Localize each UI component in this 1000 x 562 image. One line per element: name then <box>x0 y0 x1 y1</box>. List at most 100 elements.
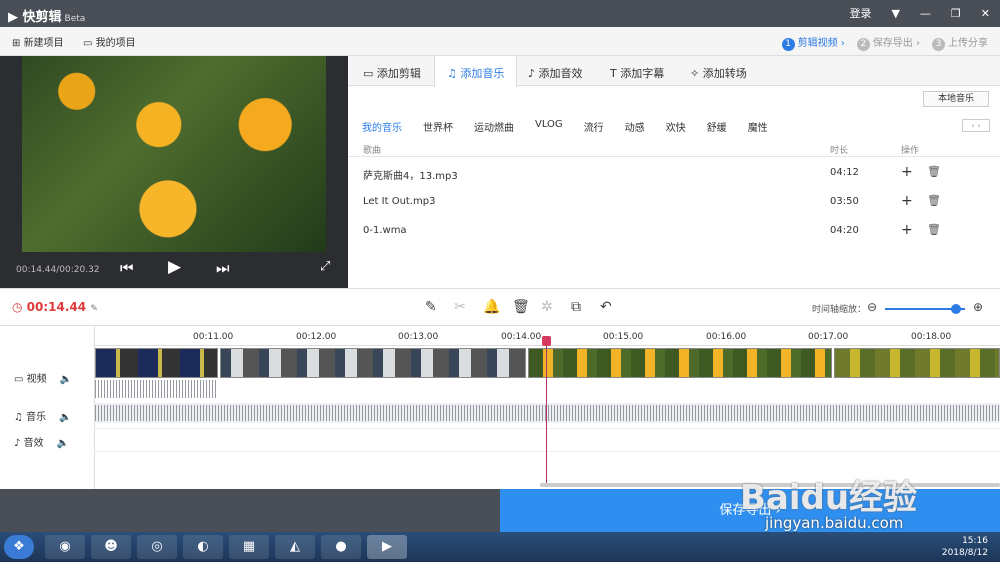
zoom-in-icon[interactable]: ⊕ <box>973 300 983 314</box>
video-preview: 00:14.44/00:20.32 ⏮ ▶ ⏭ ⤢ <box>0 56 348 288</box>
tab-label: 添加音乐 <box>460 67 505 80</box>
music-duration: 04:12 <box>830 167 859 178</box>
local-music-button[interactable]: 本地音乐 <box>923 91 989 107</box>
category-item[interactable]: 我的音乐 <box>362 119 402 134</box>
baidu-watermark-logo: Baidu经验 <box>740 478 918 518</box>
video-clip[interactable] <box>220 348 526 378</box>
category-item[interactable]: 魔性 <box>748 119 768 134</box>
ruler-tick: 00:13.00 <box>398 332 439 342</box>
ruler-tick: 00:17.00 <box>808 332 849 342</box>
music-name: Let It Out.mp3 <box>363 196 436 207</box>
prev-frame-icon[interactable]: ⏮ <box>120 259 134 277</box>
login-button[interactable]: 登录 <box>849 5 871 21</box>
category-item[interactable]: 运动燃曲 <box>474 119 514 134</box>
record-icon[interactable]: ● <box>321 535 361 559</box>
step-share[interactable]: 3 上传分享 <box>932 34 988 51</box>
my-projects-button[interactable]: ▭ 我的项目 <box>83 34 136 49</box>
minimize-icon[interactable]: — <box>920 7 931 20</box>
close-icon[interactable]: ✕ <box>981 7 990 20</box>
music-duration: 04:20 <box>830 225 859 236</box>
new-project-button[interactable]: ⊞ 新建项目 <box>12 34 64 49</box>
tab-add-music[interactable]: ♫ 添加音乐 <box>434 56 518 87</box>
app-title: 快剪辑 <box>22 10 62 25</box>
music-name: 0-1.wma <box>363 225 407 236</box>
music-row[interactable]: 0-1.wma 04:20 + 🗑 <box>348 221 1000 241</box>
tab-add-subtitle[interactable]: T 添加字幕 <box>610 65 664 81</box>
video-clip[interactable] <box>95 348 218 378</box>
header-duration: 时长 <box>830 146 849 156</box>
category-item[interactable]: 舒缓 <box>707 119 727 134</box>
playhead[interactable] <box>542 336 551 484</box>
timeline: ▭ 视频 🔈 ♫ 音乐 🔈 ♪ 音效 🔈 00:11.00 00:12.00 0… <box>0 326 1000 489</box>
delete-icon[interactable]: 🗑 <box>927 165 941 178</box>
tab-add-transition[interactable]: ✧ 添加转场 <box>690 65 747 81</box>
ruler-tick: 00:14.00 <box>501 332 542 342</box>
file-explorer-icon[interactable]: ▦ <box>229 535 269 559</box>
category-item[interactable]: 流行 <box>584 119 604 134</box>
add-icon[interactable]: + <box>901 193 913 209</box>
os-taskbar: ❖ ◉ ☻ ◎ ◐ ▦ ◭ ● ▶ 15:16 2018/8/12 <box>0 532 1000 562</box>
next-frame-icon[interactable]: ⏭ <box>216 259 230 277</box>
category-pager[interactable]: ‹ › <box>962 119 990 132</box>
music-table-header: 歌曲 时长 操作 <box>348 141 1000 157</box>
preview-time: 00:14.44/00:20.32 <box>16 265 100 275</box>
delete-icon[interactable]: 🗑 <box>927 223 941 236</box>
video-clip[interactable] <box>834 348 1000 378</box>
edit-toolbar: ◷ 00:14.44 ✎ ✎ ✂ 🔔 🗑 ✲ ⧉ ↶ 时间轴缩放： ⊖ ⊕ <box>0 288 1000 326</box>
step-edit[interactable]: 1 剪辑视频 › <box>781 34 845 51</box>
category-item[interactable]: 动感 <box>625 119 645 134</box>
current-timecode: ◷ 00:14.44 ✎ <box>12 300 98 314</box>
zoom-out-icon[interactable]: ⊖ <box>867 300 877 314</box>
qq-icon[interactable]: ☻ <box>91 535 131 559</box>
music-track[interactable] <box>95 403 1000 423</box>
app-logo: ▶ 快剪辑 Beta <box>8 10 86 25</box>
app-icon[interactable]: ◭ <box>275 535 315 559</box>
track-name: 视频 <box>26 374 47 385</box>
music-name: 萨克斯曲4，13.mp3 <box>363 171 458 182</box>
menu-icon[interactable]: ▼ <box>891 7 899 20</box>
start-button-icon[interactable]: ❖ <box>4 535 34 559</box>
kuaijianji-icon[interactable]: ▶ <box>367 535 407 559</box>
title-bar: ▶ 快剪辑 Beta 登录 ▼ — ❐ ✕ <box>0 0 1000 27</box>
video-clip[interactable] <box>528 348 832 378</box>
speaker-icon[interactable]: 🔈 <box>60 374 72 385</box>
add-icon[interactable]: + <box>901 222 913 238</box>
ruler-tick: 00:12.00 <box>296 332 337 342</box>
pencil-icon[interactable]: ✎ <box>425 299 437 315</box>
edit-time-icon[interactable]: ✎ <box>90 304 98 314</box>
bell-icon[interactable]: 🔔 <box>483 299 500 315</box>
category-item[interactable]: 欢快 <box>666 119 686 134</box>
speaker-icon[interactable]: 🔈 <box>57 438 69 449</box>
fullscreen-icon[interactable]: ⤢ <box>320 259 330 274</box>
zoom-slider[interactable] <box>885 304 965 314</box>
media-player-icon[interactable]: ◎ <box>137 535 177 559</box>
step-export[interactable]: 2 保存导出 › <box>856 34 920 51</box>
crop-icon[interactable]: ✲ <box>541 299 553 315</box>
trash-icon[interactable]: 🗑 <box>512 299 530 315</box>
firefox-icon[interactable]: ◐ <box>183 535 223 559</box>
category-item[interactable]: VLOG <box>535 119 563 134</box>
playhead-handle[interactable] <box>542 336 551 346</box>
category-item[interactable]: 世界杯 <box>423 119 453 134</box>
tab-add-sfx[interactable]: ♪ 添加音效 <box>528 65 583 81</box>
app-360-icon[interactable]: ◉ <box>45 535 85 559</box>
add-icon[interactable]: + <box>901 164 913 180</box>
speaker-icon[interactable]: 🔈 <box>59 412 71 423</box>
track-name: 音乐 <box>26 412 47 423</box>
tab-add-clip[interactable]: ▭ 添加剪辑 <box>363 65 421 81</box>
clip-audio-wave <box>95 380 218 398</box>
music-row[interactable]: 萨克斯曲4，13.mp3 04:12 + 🗑 <box>348 163 1000 183</box>
music-categories: 我的音乐 世界杯 运动燃曲 VLOG 流行 动感 欢快 舒缓 魔性 <box>362 119 789 134</box>
maximize-icon[interactable]: ❐ <box>951 7 961 20</box>
system-clock[interactable]: 15:16 2018/8/12 <box>942 535 988 559</box>
scissors-icon[interactable]: ✂ <box>454 299 466 315</box>
sfx-track[interactable] <box>95 428 1000 452</box>
music-row[interactable]: Let It Out.mp3 03:50 + 🗑 <box>348 192 1000 212</box>
undo-icon[interactable]: ↶ <box>600 299 612 315</box>
zoom-slider-knob[interactable] <box>951 304 961 314</box>
delete-icon[interactable]: 🗑 <box>927 194 941 207</box>
copy-icon[interactable]: ⧉ <box>571 299 581 315</box>
music-track-label: ♫ 音乐 🔈 <box>14 412 72 423</box>
step-num: 3 <box>932 38 945 51</box>
play-icon[interactable]: ▶ <box>168 257 181 277</box>
